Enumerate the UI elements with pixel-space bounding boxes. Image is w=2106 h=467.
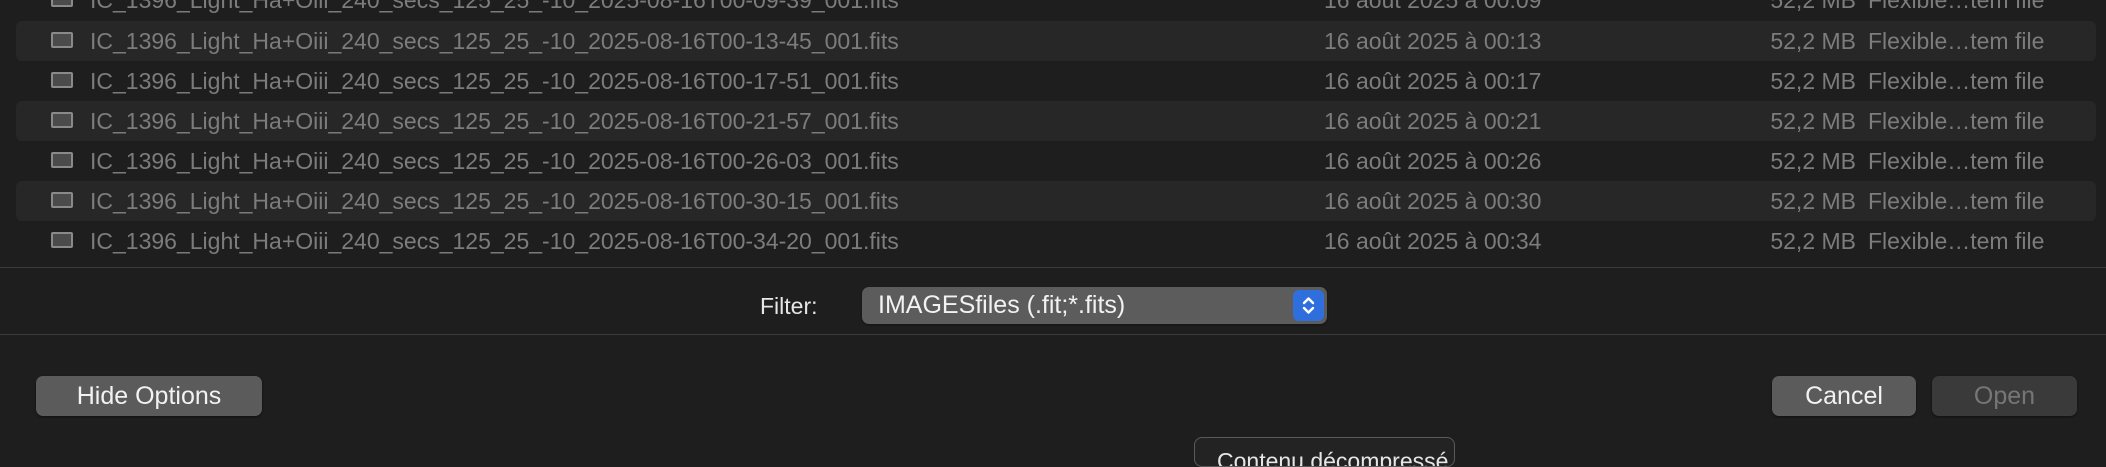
- file-kind: Flexible…tem file: [1868, 188, 2045, 214]
- file-name: IC_1396_Light_Ha+Oiii_240_secs_125_25_-1…: [90, 188, 899, 214]
- open-button[interactable]: Open: [1932, 376, 2077, 416]
- file-name: IC_1396_Light_Ha+Oiii_240_secs_125_25_-1…: [90, 148, 899, 174]
- document-icon: [51, 152, 73, 168]
- file-size: 52,2 MB: [1770, 0, 1856, 13]
- file-date: 16 août 2025 à 00:30: [1324, 188, 1542, 214]
- file-row[interactable]: IC_1396_Light_Ha+Oiii_240_secs_125_25_-1…: [16, 101, 2096, 141]
- filter-select[interactable]: IMAGESfiles (.fit;*.fits): [862, 287, 1327, 324]
- file-date: 16 août 2025 à 00:09: [1324, 0, 1542, 13]
- file-row[interactable]: IC_1396_Light_Ha+Oiii_240_secs_125_25_-1…: [16, 61, 2096, 101]
- file-row[interactable]: IC_1396_Light_Ha+Oiii_240_secs_125_25_-1…: [16, 0, 2096, 20]
- file-row[interactable]: IC_1396_Light_Ha+Oiii_240_secs_125_25_-1…: [16, 181, 2096, 221]
- popup-menu-item[interactable]: Contenu décompressé: [1217, 448, 1448, 466]
- hide-options-button[interactable]: Hide Options: [36, 376, 262, 416]
- file-name: IC_1396_Light_Ha+Oiii_240_secs_125_25_-1…: [90, 228, 899, 254]
- file-name: IC_1396_Light_Ha+Oiii_240_secs_125_25_-1…: [90, 68, 899, 94]
- file-row[interactable]: IC_1396_Light_Ha+Oiii_240_secs_125_25_-1…: [16, 221, 2096, 261]
- file-size: 52,2 MB: [1770, 68, 1856, 94]
- file-size: 52,2 MB: [1770, 108, 1856, 134]
- file-kind: Flexible…tem file: [1868, 228, 2045, 254]
- file-size: 52,2 MB: [1770, 148, 1856, 174]
- options-divider: [0, 334, 2106, 335]
- file-date: 16 août 2025 à 00:21: [1324, 108, 1542, 134]
- filter-select-value: IMAGESfiles (.fit;*.fits): [878, 291, 1126, 319]
- file-kind: Flexible…tem file: [1868, 148, 2045, 174]
- file-date: 16 août 2025 à 00:26: [1324, 148, 1542, 174]
- list-divider: [0, 267, 2106, 268]
- cancel-button[interactable]: Cancel: [1772, 376, 1916, 416]
- file-kind: Flexible…tem file: [1868, 68, 2045, 94]
- file-date: 16 août 2025 à 00:34: [1324, 228, 1542, 254]
- file-name: IC_1396_Light_Ha+Oiii_240_secs_125_25_-1…: [90, 0, 899, 13]
- document-icon: [51, 232, 73, 248]
- document-icon: [51, 32, 73, 48]
- popup-menu[interactable]: Contenu décompressé: [1194, 437, 1455, 467]
- file-date: 16 août 2025 à 00:17: [1324, 68, 1542, 94]
- document-icon: [51, 72, 73, 88]
- file-row[interactable]: IC_1396_Light_Ha+Oiii_240_secs_125_25_-1…: [16, 141, 2096, 181]
- file-size: 52,2 MB: [1770, 228, 1856, 254]
- file-row[interactable]: IC_1396_Light_Ha+Oiii_240_secs_125_25_-1…: [16, 21, 2096, 61]
- document-icon: [51, 112, 73, 128]
- file-name: IC_1396_Light_Ha+Oiii_240_secs_125_25_-1…: [90, 28, 899, 54]
- file-date: 16 août 2025 à 00:13: [1324, 28, 1542, 54]
- file-size: 52,2 MB: [1770, 28, 1856, 54]
- file-name: IC_1396_Light_Ha+Oiii_240_secs_125_25_-1…: [90, 108, 899, 134]
- file-size: 52,2 MB: [1770, 188, 1856, 214]
- filter-label: Filter:: [760, 293, 818, 319]
- file-list: IC_1396_Light_Ha+Oiii_240_secs_125_25_-1…: [0, 0, 2106, 267]
- file-kind: Flexible…tem file: [1868, 108, 2045, 134]
- file-kind: Flexible…tem file: [1868, 28, 2045, 54]
- document-icon: [51, 192, 73, 208]
- file-kind: Flexible…tem file: [1868, 0, 2045, 13]
- document-icon: [51, 0, 73, 7]
- chevron-up-down-icon[interactable]: [1293, 290, 1324, 321]
